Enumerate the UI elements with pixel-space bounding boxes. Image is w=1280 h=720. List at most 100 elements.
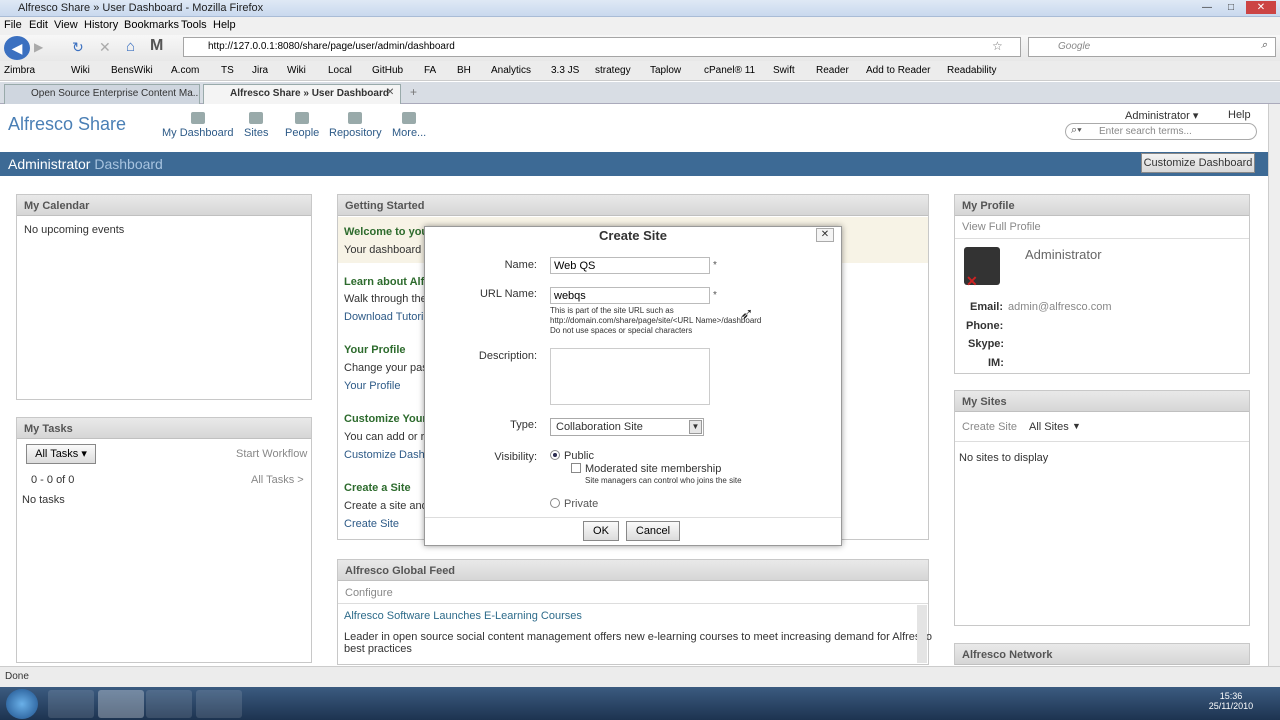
customize-dashboard-button[interactable]: Customize Dashboard bbox=[1141, 153, 1255, 173]
bookmark-item[interactable]: strategy bbox=[595, 65, 631, 76]
all-sites-filter[interactable]: All Sites bbox=[1029, 421, 1069, 433]
home-icon[interactable]: ⌂ bbox=[126, 38, 135, 55]
stop-icon[interactable]: ✕ bbox=[99, 39, 111, 56]
bookmark-item[interactable]: Add to Reader bbox=[866, 65, 931, 76]
menu-tools[interactable]: Tools bbox=[181, 19, 207, 31]
user-menu-label: Administrator bbox=[1125, 110, 1190, 122]
page-title-suffix: Dashboard bbox=[90, 156, 163, 172]
ok-button[interactable]: OK bbox=[583, 521, 619, 541]
bookmark-item[interactable]: cPanel® 11 bbox=[704, 65, 755, 76]
skype-label: Skype: bbox=[968, 338, 1005, 350]
start-workflow-link[interactable]: Start Workflow bbox=[236, 448, 307, 460]
bookmark-item[interactable]: Wiki bbox=[287, 65, 306, 76]
name-field[interactable]: Web QS bbox=[550, 257, 710, 274]
chevron-down-icon[interactable]: ▼ bbox=[689, 420, 702, 434]
nav-more[interactable]: More... bbox=[392, 112, 426, 139]
url-name-field[interactable]: webqs bbox=[550, 287, 710, 304]
tab-user-dashboard[interactable]: Alfresco Share » User Dashboard bbox=[203, 84, 401, 104]
nav-repository[interactable]: Repository bbox=[329, 112, 382, 139]
type-select[interactable]: Collaboration Site bbox=[550, 418, 704, 436]
bookmark-item[interactable]: Wiki bbox=[71, 65, 90, 76]
description-textarea[interactable] bbox=[550, 348, 710, 405]
reload-icon[interactable]: ↻ bbox=[72, 39, 84, 56]
nav-sites[interactable]: Sites bbox=[244, 112, 268, 139]
start-button[interactable] bbox=[6, 689, 38, 719]
chevron-down-icon[interactable]: ▼ bbox=[1072, 421, 1081, 431]
bookmark-item[interactable]: Jira bbox=[252, 65, 268, 76]
menu-file[interactable]: File bbox=[4, 19, 22, 31]
moderated-checkbox[interactable] bbox=[571, 463, 581, 473]
bookmark-item[interactable]: BensWiki bbox=[111, 65, 153, 76]
bookmark-item[interactable]: Analytics bbox=[491, 65, 531, 76]
dashlet-title: Getting Started bbox=[338, 195, 928, 216]
app-taskbar-icon[interactable] bbox=[196, 690, 242, 718]
bookmark-item[interactable]: TS bbox=[221, 65, 234, 76]
close-window-button[interactable]: ✕ bbox=[1246, 1, 1276, 14]
user-menu[interactable]: Administrator ▾ bbox=[1125, 109, 1198, 122]
configure-link[interactable]: Configure bbox=[345, 587, 393, 599]
bookmark-item[interactable]: Local bbox=[328, 65, 352, 76]
maximize-button[interactable]: □ bbox=[1220, 1, 1242, 14]
email-value[interactable]: admin@alfresco.com bbox=[1008, 301, 1111, 313]
share-search-input[interactable]: ⌕▾ Enter search terms... bbox=[1065, 123, 1257, 140]
create-site-text: Create a site and bbox=[344, 500, 428, 512]
notes-taskbar-icon[interactable] bbox=[146, 690, 192, 718]
bookmark-item[interactable]: Swift bbox=[773, 65, 795, 76]
address-bar[interactable]: http://127.0.0.1:8080/share/page/user/ad… bbox=[183, 37, 1021, 57]
new-tab-icon[interactable]: + bbox=[410, 85, 417, 99]
nav-my-dashboard[interactable]: My Dashboard bbox=[162, 112, 234, 139]
private-radio[interactable] bbox=[550, 498, 560, 508]
feed-headline[interactable]: Alfresco Software Launches E-Learning Co… bbox=[344, 610, 582, 622]
menu-history[interactable]: History bbox=[84, 19, 118, 31]
minimize-button[interactable]: — bbox=[1196, 1, 1218, 14]
your-profile-link[interactable]: Your Profile bbox=[344, 380, 400, 392]
bookmark-item[interactable]: A.com bbox=[171, 65, 199, 76]
all-tasks-link[interactable]: All Tasks > bbox=[251, 474, 304, 486]
create-site-link[interactable]: Create Site bbox=[344, 518, 399, 530]
taskbar-clock[interactable]: 15:36 25/11/2010 bbox=[1208, 691, 1254, 711]
browser-search-box[interactable]: Google ⌕ bbox=[1028, 37, 1276, 57]
global-feed-dashlet: Alfresco Global Feed Configure Alfresco … bbox=[337, 559, 932, 665]
tab-user-dashboard-label: Alfresco Share » User Dashboard bbox=[230, 88, 389, 99]
bookmark-item[interactable]: 3.3 JS bbox=[551, 65, 579, 76]
search-icon[interactable]: ⌕ bbox=[1261, 39, 1267, 52]
alfresco-share-logo: Alfresco Share bbox=[8, 114, 127, 134]
view-full-profile-link[interactable]: View Full Profile bbox=[962, 221, 1041, 233]
bookmark-item[interactable]: Taplow bbox=[650, 65, 681, 76]
my-tasks-dashlet: My Tasks All Tasks ▾ Start Workflow 0 - … bbox=[16, 417, 312, 663]
customize-dashboard-link[interactable]: Customize Dashb bbox=[344, 449, 431, 461]
task-count: 0 - 0 of 0 bbox=[31, 474, 75, 486]
bookmark-item[interactable]: Reader bbox=[816, 65, 849, 76]
public-radio[interactable] bbox=[550, 450, 560, 460]
clock-time: 15:36 bbox=[1219, 691, 1243, 701]
menu-help[interactable]: Help bbox=[213, 19, 236, 31]
bookmark-item[interactable]: GitHub bbox=[372, 65, 403, 76]
bookmark-star-icon[interactable]: ☆ bbox=[992, 39, 1003, 53]
all-tasks-filter-button[interactable]: All Tasks ▾ bbox=[26, 444, 96, 464]
bookmark-item[interactable]: Zimbra bbox=[4, 65, 35, 76]
welcome-heading: Welcome to you bbox=[344, 226, 429, 238]
bookmark-item[interactable]: FA bbox=[424, 65, 436, 76]
create-site-link[interactable]: Create Site bbox=[962, 421, 1017, 433]
back-icon[interactable]: ◀ bbox=[4, 36, 30, 60]
nav-label: More... bbox=[392, 127, 427, 139]
help-link[interactable]: Help bbox=[1228, 109, 1251, 121]
bookmark-item[interactable]: Readability bbox=[947, 65, 996, 76]
menu-edit[interactable]: Edit bbox=[29, 19, 48, 31]
dialog-close-button[interactable]: ✕ bbox=[816, 228, 834, 242]
menu-view[interactable]: View bbox=[54, 19, 78, 31]
firefox-taskbar-icon[interactable] bbox=[98, 690, 144, 718]
nav-people[interactable]: People bbox=[285, 112, 319, 139]
forward-icon[interactable]: ▶ bbox=[34, 40, 43, 54]
bookmark-item[interactable]: BH bbox=[457, 65, 471, 76]
status-bar: Done bbox=[0, 666, 1280, 687]
explorer-taskbar-icon[interactable] bbox=[48, 690, 94, 718]
feed-scrollbar[interactable] bbox=[917, 605, 927, 663]
tab-open-source[interactable]: Open Source Enterprise Content Ma... bbox=[4, 84, 200, 104]
page-scrollbar[interactable] bbox=[1268, 104, 1280, 666]
download-tutorial-link[interactable]: Download Tutorial bbox=[344, 311, 432, 323]
menu-bookmarks[interactable]: Bookmarks bbox=[124, 19, 179, 31]
gmail-icon[interactable]: M bbox=[150, 37, 163, 55]
tab-close-icon[interactable]: ✕ bbox=[386, 87, 394, 98]
cancel-button[interactable]: Cancel bbox=[626, 521, 680, 541]
